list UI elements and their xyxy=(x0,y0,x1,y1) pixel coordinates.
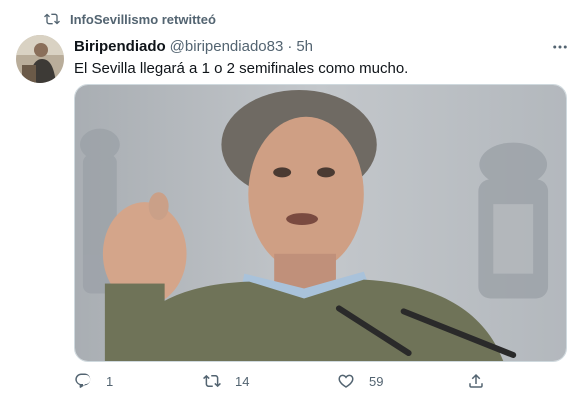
like-count: 59 xyxy=(369,373,384,389)
retweet-icon xyxy=(44,13,60,25)
tweet-text: El Sevilla llegará a 1 o 2 semifinales c… xyxy=(74,60,409,77)
retweet-label: InfoSevillismo retwitteó xyxy=(70,11,216,27)
share-icon xyxy=(469,373,483,388)
tweet-header: Biripendiado @biripendiado83 · 5h xyxy=(74,36,313,56)
author-display-name[interactable]: Biripendiado xyxy=(74,38,166,55)
tweet-media-image[interactable] xyxy=(74,84,567,362)
retweet-count: 14 xyxy=(235,373,250,389)
retweet-button[interactable]: 14 xyxy=(203,372,249,390)
avatar[interactable] xyxy=(16,35,64,83)
more-icon[interactable] xyxy=(551,38,569,56)
share-button[interactable] xyxy=(467,372,485,390)
tweet-actions: 1 14 59 xyxy=(0,372,581,392)
reply-button[interactable]: 1 xyxy=(74,372,113,390)
retweet-icon xyxy=(203,374,221,388)
author-handle[interactable]: @biripendiado83 xyxy=(170,38,284,55)
retweet-context[interactable]: InfoSevillismo retwitteó xyxy=(44,10,216,28)
tweet-timestamp[interactable]: 5h xyxy=(296,38,313,55)
reply-count: 1 xyxy=(106,373,114,389)
like-icon xyxy=(338,374,354,388)
reply-icon xyxy=(75,373,91,388)
like-button[interactable]: 59 xyxy=(337,372,383,390)
tweet-card[interactable]: InfoSevillismo retwitteó Biripendiado @b… xyxy=(0,0,581,400)
separator-dot: · xyxy=(287,37,293,55)
